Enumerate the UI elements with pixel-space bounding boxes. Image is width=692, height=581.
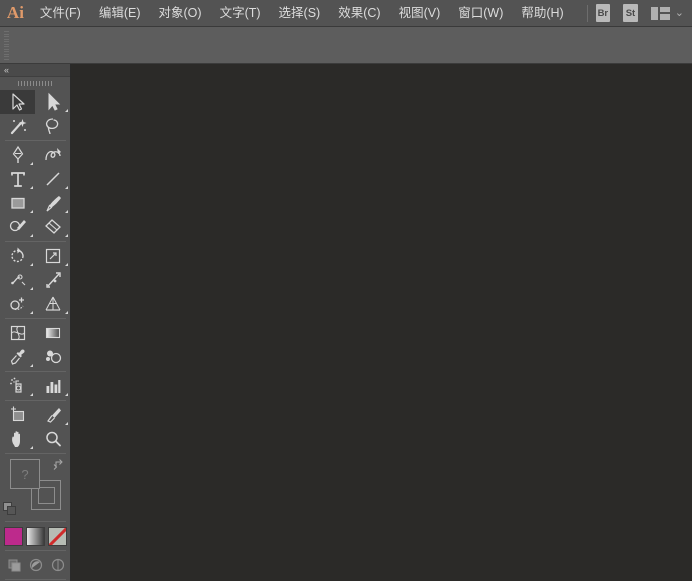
menu-divider	[586, 4, 588, 22]
type-tool[interactable]	[0, 167, 35, 191]
fill-stroke-controls: ?	[0, 457, 71, 519]
selection-tool[interactable]	[0, 90, 35, 114]
pen-tool[interactable]	[0, 143, 35, 167]
document-canvas[interactable]	[71, 64, 692, 581]
tool-flyout-indicator[interactable]	[65, 109, 68, 112]
tool-group-symbol	[0, 374, 71, 398]
menu-view[interactable]: 视图(V)	[390, 3, 450, 24]
tool-flyout-indicator[interactable]	[65, 393, 68, 396]
menu-item-list: 文件(F) 编辑(E) 对象(O) 文字(T) 选择(S) 效果(C) 视图(V) 窗口(W)…	[31, 3, 573, 24]
direct-selection-tool[interactable]	[35, 90, 70, 114]
tool-flyout-indicator[interactable]	[30, 393, 33, 396]
tool-divider	[4, 579, 66, 580]
shaper-pencil-tool[interactable]	[0, 215, 35, 239]
tool-flyout-indicator[interactable]	[65, 263, 68, 266]
tool-flyout-indicator[interactable]	[30, 186, 33, 189]
color-swatch-button[interactable]	[4, 526, 23, 546]
draw-inside-button[interactable]	[48, 556, 68, 574]
draw-normal-button[interactable]	[4, 556, 24, 574]
menu-effect[interactable]: 效果(C)	[329, 3, 389, 24]
tool-divider	[4, 241, 66, 242]
workspace-layout-icon	[650, 6, 670, 20]
free-transform-tool[interactable]	[35, 268, 70, 292]
draw-behind-button[interactable]	[26, 556, 46, 574]
tool-flyout-indicator[interactable]	[65, 210, 68, 213]
menu-help[interactable]: 帮助(H)	[512, 3, 572, 24]
tool-flyout-indicator[interactable]	[30, 446, 33, 449]
tool-flyout-indicator[interactable]	[65, 422, 68, 425]
tool-flyout-indicator[interactable]	[30, 263, 33, 266]
bridge-button[interactable]: Br	[595, 4, 611, 22]
eraser-tool[interactable]	[35, 215, 70, 239]
lasso-tool[interactable]	[35, 114, 70, 138]
tool-group-draw	[0, 143, 71, 239]
blend-tool[interactable]	[35, 345, 70, 369]
artboard-tool[interactable]	[0, 403, 35, 427]
workspace-switcher[interactable]: ⌄	[650, 6, 684, 20]
line-segment-tool[interactable]	[35, 167, 70, 191]
column-graph-tool[interactable]	[35, 374, 70, 398]
tool-divider	[4, 550, 66, 551]
magic-wand-tool[interactable]	[0, 114, 35, 138]
paintbrush-tool[interactable]	[35, 191, 70, 215]
tool-flyout-indicator[interactable]	[30, 234, 33, 237]
tool-flyout-indicator[interactable]	[65, 234, 68, 237]
tool-group-color	[0, 321, 71, 369]
color-mode-buttons	[0, 524, 71, 548]
control-bar-drag-handle[interactable]	[4, 31, 9, 60]
tool-divider	[4, 453, 66, 454]
menu-file[interactable]: 文件(F)	[31, 3, 90, 24]
tools-panel-drag-handle[interactable]	[0, 77, 70, 90]
hand-tool[interactable]	[0, 427, 35, 451]
none-swatch-button[interactable]	[48, 526, 67, 546]
tool-flyout-indicator[interactable]	[65, 311, 68, 314]
curvature-tool[interactable]	[35, 143, 70, 167]
slice-tool[interactable]	[35, 403, 70, 427]
tool-flyout-indicator[interactable]	[65, 186, 68, 189]
illustrator-window: Ai 文件(F) 编辑(E) 对象(O) 文字(T) 选择(S) 效果(C) 视图(V) 窗口…	[0, 0, 692, 581]
gradient-swatch-button[interactable]	[26, 526, 45, 546]
control-properties-bar[interactable]	[0, 27, 692, 64]
tool-flyout-indicator[interactable]	[30, 162, 33, 165]
tool-flyout-indicator[interactable]	[30, 364, 33, 367]
tool-flyout-indicator[interactable]	[30, 311, 33, 314]
swap-fill-stroke-icon[interactable]	[53, 458, 66, 471]
menu-type[interactable]: 文字(T)	[211, 3, 270, 24]
perspective-grid-tool[interactable]	[35, 292, 70, 316]
tool-divider	[4, 371, 66, 372]
drawing-mode-buttons	[0, 553, 71, 577]
tools-panel-header[interactable]: «	[0, 64, 70, 77]
width-tool[interactable]	[0, 268, 35, 292]
rotate-tool[interactable]	[0, 244, 35, 268]
tool-group-selection	[0, 90, 71, 138]
tool-flyout-indicator[interactable]	[30, 287, 33, 290]
tool-flyout-indicator[interactable]	[30, 210, 33, 213]
collapse-panel-icon[interactable]: «	[4, 65, 9, 75]
shape-builder-tool[interactable]	[0, 292, 35, 316]
app-logo-icon: Ai	[6, 3, 24, 22]
menu-object[interactable]: 对象(O)	[150, 3, 211, 24]
symbol-sprayer-tool[interactable]	[0, 374, 35, 398]
menu-window[interactable]: 窗口(W)	[449, 3, 512, 24]
menu-bar: Ai 文件(F) 编辑(E) 对象(O) 文字(T) 选择(S) 效果(C) 视图(V) 窗口…	[0, 0, 692, 27]
tools-panel: « ?	[0, 64, 71, 581]
scale-tool[interactable]	[35, 244, 70, 268]
rectangle-tool[interactable]	[0, 191, 35, 215]
menu-edit[interactable]: 编辑(E)	[90, 3, 150, 24]
tool-divider	[4, 140, 66, 141]
default-fill-stroke-icon[interactable]	[3, 502, 16, 515]
chevron-down-icon: ⌄	[674, 6, 684, 19]
zoom-tool[interactable]	[35, 427, 70, 451]
tool-group-navigation	[0, 403, 71, 451]
menu-select[interactable]: 选择(S)	[270, 3, 330, 24]
mesh-tool[interactable]	[0, 321, 35, 345]
tool-divider	[4, 318, 66, 319]
stock-button[interactable]: St	[623, 4, 638, 22]
tool-divider	[4, 400, 66, 401]
tool-divider	[4, 521, 66, 522]
eyedropper-tool[interactable]	[0, 345, 35, 369]
fill-swatch[interactable]: ?	[10, 459, 40, 489]
gradient-tool[interactable]	[35, 321, 70, 345]
tool-group-transform	[0, 244, 71, 316]
